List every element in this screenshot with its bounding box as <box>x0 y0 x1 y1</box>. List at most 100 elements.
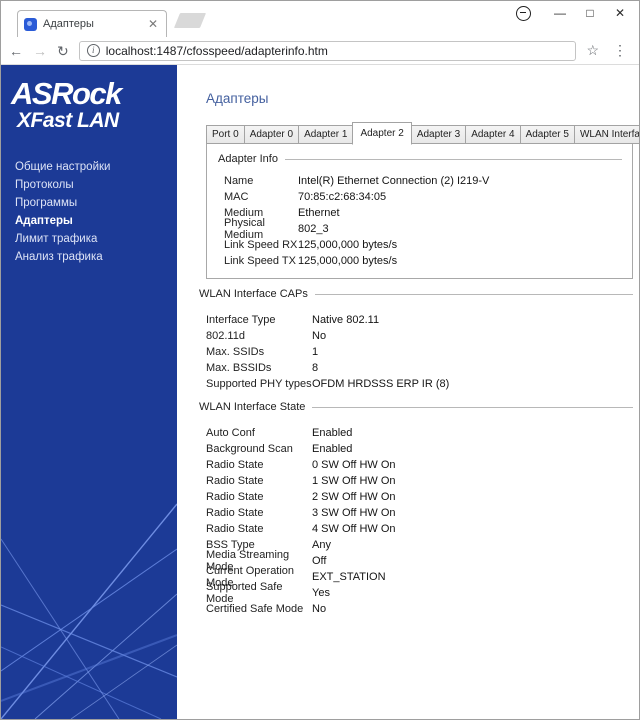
adapter-tab[interactable]: Adapter 3 <box>410 125 467 144</box>
info-row: Radio State 0 SW Off HW On <box>206 457 633 473</box>
info-label: Physical Medium <box>224 217 265 241</box>
url-input[interactable] <box>105 43 569 58</box>
info-label: Background Scan <box>206 443 293 455</box>
back-icon[interactable]: ← <box>9 44 23 58</box>
wlan-state-rows: Auto Conf Enabled Background Scan Enabled Ra… <box>206 425 633 617</box>
info-label: Supported Safe Mode <box>206 581 283 605</box>
maximize-button[interactable]: □ <box>575 6 605 20</box>
tab-close-icon[interactable]: ✕ <box>146 17 160 31</box>
info-value: 0 SW Off HW On <box>312 459 396 471</box>
info-value: OFDM HRDSSS ERP IR (8) <box>312 378 450 390</box>
reload-icon[interactable]: ↻ <box>57 44 69 58</box>
info-value: 125,000,000 bytes/s <box>298 255 398 267</box>
info-row: Max. SSIDs 1 <box>206 344 633 360</box>
tab-title: Адаптеры <box>43 18 94 30</box>
info-value: Native 802.11 <box>312 314 380 326</box>
page-info-icon[interactable]: i <box>86 44 100 57</box>
title-bar: Адаптеры ✕ — □ ✕ <box>1 1 639 37</box>
adapter-info-panel: Adapter Info Name Intel(R) Ethernet Conne… <box>206 143 633 279</box>
adapter-tab[interactable]: WLAN Interface 0 <box>573 125 639 144</box>
adapter-tab[interactable]: Adapter 5 <box>519 125 575 144</box>
bookmark-star-icon[interactable]: ☆ <box>586 42 599 59</box>
adapter-info-legend-text: Adapter Info <box>218 153 278 165</box>
page-title: Адаптеры <box>206 91 269 106</box>
info-value: EXT_STATION <box>312 571 386 583</box>
wlan-caps-legend-text: WLAN Interface CAPs <box>199 288 308 300</box>
sidebar-item[interactable]: Лимит трафика <box>1 230 177 248</box>
asrock-logo: ASRock XFast LAN <box>1 65 177 131</box>
info-value: 70:85:c2:68:34:05 <box>298 191 387 203</box>
browser-menu-icon[interactable]: ⋮ <box>609 42 631 59</box>
adapter-tab[interactable]: Port 0 <box>206 125 245 144</box>
minimize-button[interactable]: — <box>545 6 575 20</box>
info-row: MAC 70:85:c2:68:34:05 <box>224 189 632 205</box>
main-area: Адаптеры Port 0 Adapter 0 Adapter 1 Adapter… <box>177 65 639 719</box>
browser-toolbar: ← → ↻ i ☆ ⋮ <box>1 37 639 65</box>
info-label: Certified Safe Mode <box>206 603 304 615</box>
info-value: 3 SW Off HW On <box>312 507 396 519</box>
info-label: Supported PHY types <box>206 378 312 390</box>
info-row: Background Scan Enabled <box>206 441 633 457</box>
info-row: Radio State 4 SW Off HW On <box>206 521 633 537</box>
info-value: No <box>312 603 327 615</box>
adapter-tab[interactable]: Adapter 0 <box>243 125 300 144</box>
info-label: Max. SSIDs <box>206 346 265 358</box>
close-button[interactable]: ✕ <box>605 6 635 20</box>
adapter-tabs: Port 0 Adapter 0 Adapter 1 Adapter 2 Adapter… <box>206 122 639 145</box>
info-row: Radio State 1 SW Off HW On <box>206 473 633 489</box>
adapter-tab[interactable]: Adapter 1 <box>298 125 354 144</box>
info-label: Name <box>224 175 254 187</box>
info-row: Radio State 3 SW Off HW On <box>206 505 633 521</box>
wlan-caps-section: WLAN Interface CAPs Interface Type Native… <box>199 288 633 392</box>
info-value: 125,000,000 bytes/s <box>298 239 398 251</box>
info-value: Off <box>312 555 327 567</box>
info-label: Link Speed TX <box>224 255 296 267</box>
adapter-info-rows: Name Intel(R) Ethernet Connection (2) I21… <box>224 173 632 269</box>
sidebar-decoration-lines <box>1 503 177 719</box>
browser-tab[interactable]: Адаптеры ✕ <box>17 10 167 37</box>
info-label: Radio State <box>206 507 264 519</box>
profile-icon[interactable] <box>516 5 531 21</box>
asrock-logo-text: ASRock <box>11 76 122 111</box>
window-controls: — □ ✕ <box>516 3 635 23</box>
info-row: Supported Safe Mode Yes <box>206 581 633 605</box>
page-content: ASRock XFast LAN Общие настройки Протокол… <box>1 65 639 719</box>
info-label: 802.11d <box>206 330 245 342</box>
sidebar-item[interactable]: Адаптеры <box>1 212 177 230</box>
info-row: 802.11d No <box>206 328 633 344</box>
sidebar-item[interactable]: Протоколы <box>1 176 177 194</box>
adapter-tab[interactable]: Adapter 2 <box>352 122 412 145</box>
wlan-state-legend: WLAN Interface State <box>199 401 633 413</box>
info-value: 1 SW Off HW On <box>312 475 396 487</box>
info-row: Link Speed TX 125,000,000 bytes/s <box>224 253 632 269</box>
info-value: 1 <box>312 346 319 358</box>
info-label: Radio State <box>206 491 264 503</box>
wlan-state-section: WLAN Interface State Auto Conf Enabled Bac… <box>199 401 633 617</box>
info-row: Physical Medium 802_3 <box>224 217 632 241</box>
adapter-tab[interactable]: Adapter 4 <box>465 125 521 144</box>
sidebar-item[interactable]: Программы <box>1 194 177 212</box>
info-value: No <box>312 330 327 342</box>
info-value: 802_3 <box>298 223 329 235</box>
adapter-info-legend: Adapter Info <box>218 153 622 165</box>
address-bar[interactable]: i <box>78 40 577 61</box>
info-label: Interface Type <box>206 314 276 326</box>
sidebar-item[interactable]: Анализ трафика <box>1 248 177 266</box>
info-label: Radio State <box>206 475 264 487</box>
sidebar-item[interactable]: Общие настройки <box>1 158 177 176</box>
info-row: Interface Type Native 802.11 <box>206 312 633 328</box>
forward-icon[interactable]: → <box>33 44 47 58</box>
xfast-lan-logo-text: XFast LAN <box>17 108 119 132</box>
new-tab-button[interactable] <box>173 13 207 28</box>
info-row: Name Intel(R) Ethernet Connection (2) I21… <box>224 173 632 189</box>
wlan-caps-rows: Interface Type Native 802.11 802.11d No Max.… <box>206 312 633 392</box>
info-row: Certified Safe Mode No <box>206 601 633 617</box>
info-value: Any <box>312 539 331 551</box>
sidebar: ASRock XFast LAN Общие настройки Протокол… <box>1 65 177 719</box>
wlan-caps-legend: WLAN Interface CAPs <box>199 288 633 300</box>
sidebar-nav: Общие настройки Протоколы Программы Адаптер… <box>1 158 177 266</box>
info-row: Supported PHY types OFDM HRDSSS ERP IR (8… <box>206 376 633 392</box>
info-row: Max. BSSIDs 8 <box>206 360 633 376</box>
info-value: Enabled <box>312 443 353 455</box>
info-value: 4 SW Off HW On <box>312 523 396 535</box>
